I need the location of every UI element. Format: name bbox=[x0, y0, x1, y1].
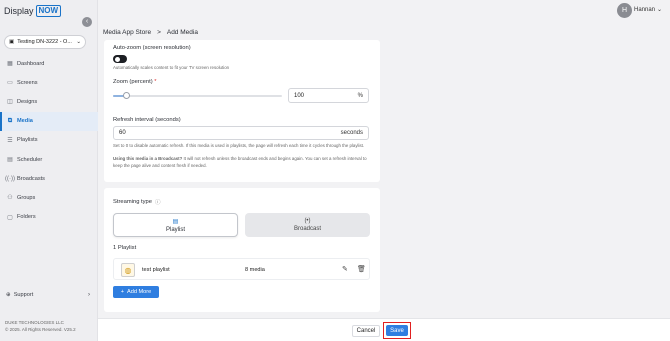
playlist-icon: ▤ bbox=[172, 218, 179, 225]
trash-icon[interactable]: 🗑 bbox=[357, 265, 366, 273]
playlist-media-count: 8 media bbox=[245, 267, 265, 273]
support-label: Support bbox=[13, 292, 34, 298]
sidebar-nav: ▦ Dashboard ▭ Screens ◫ Designs ⧉ Media … bbox=[0, 54, 98, 227]
streaming-option-playlist[interactable]: ▤ Playlist bbox=[113, 213, 238, 237]
sidebar-item-label: Designs bbox=[17, 98, 38, 105]
zoom-label: Zoom (percent) * bbox=[113, 79, 157, 85]
add-more-button[interactable]: + Add More bbox=[113, 286, 159, 298]
refresh-input[interactable]: 60 seconds bbox=[113, 126, 369, 140]
refresh-value: 60 bbox=[119, 130, 126, 136]
sidebar-item-label: Groups bbox=[17, 194, 36, 201]
streaming-type-text: Streaming type bbox=[113, 199, 152, 205]
calendar-icon: ▤ bbox=[7, 157, 13, 164]
list-item: ◍ test playlist 8 media ✎ 🗑 bbox=[113, 258, 370, 280]
zoom-slider-track[interactable] bbox=[113, 95, 282, 97]
broadcast-hint-bold: Using this media in a Broadcast? bbox=[113, 156, 183, 161]
refresh-unit: seconds bbox=[340, 130, 363, 136]
edit-icon[interactable]: ✎ bbox=[342, 265, 348, 273]
groups-icon: ⚇ bbox=[7, 195, 13, 202]
toggle-knob bbox=[114, 56, 120, 62]
broadcast-icon: ((·)) bbox=[5, 175, 15, 182]
breadcrumb: Media App Store > Add Media bbox=[103, 29, 198, 36]
design-icon: ◫ bbox=[7, 99, 13, 106]
dashboard-icon: ▦ bbox=[7, 61, 13, 68]
add-more-label: Add More bbox=[127, 289, 152, 295]
zoom-slider-handle[interactable] bbox=[123, 92, 131, 99]
support-menu[interactable]: ⊕ Support › bbox=[6, 292, 90, 298]
sidebar-item-playlists[interactable]: ☰ Playlists bbox=[0, 131, 98, 150]
zoom-input[interactable]: 100 % bbox=[288, 88, 369, 103]
app-logo[interactable]: Display NOW bbox=[4, 5, 62, 17]
company-name: DUKE TECHNOLOGIES LLC bbox=[5, 320, 64, 325]
screen-icon: ▭ bbox=[7, 80, 13, 87]
zoom-unit: % bbox=[357, 92, 363, 99]
autozoom-hint: Automatically scales content to fit your… bbox=[113, 65, 230, 70]
breadcrumb-separator: > bbox=[157, 29, 161, 36]
sidebar-item-label: Broadcasts bbox=[17, 175, 45, 182]
sidebar-item-scheduler[interactable]: ▤ Scheduler bbox=[0, 150, 98, 169]
sidebar-item-dashboard[interactable]: ▦ Dashboard bbox=[0, 54, 98, 73]
autozoom-label: Auto-zoom (screen resolution) bbox=[113, 45, 191, 51]
refresh-hint: Set to 0 to disable automatic refresh. I… bbox=[113, 143, 365, 148]
save-button[interactable]: Save bbox=[386, 325, 408, 336]
sidebar-item-label: Playlists bbox=[17, 137, 38, 144]
streaming-type-label: Streaming type ⓘ bbox=[113, 198, 161, 206]
playlist-count: 1 Playlist bbox=[113, 245, 137, 251]
sidebar-item-label: Folders bbox=[17, 214, 36, 221]
logo-text: Display bbox=[4, 6, 34, 16]
sidebar-item-label: Screens bbox=[17, 79, 38, 86]
refresh-label: Refresh interval (seconds) bbox=[113, 117, 181, 123]
required-mark: * bbox=[154, 79, 157, 85]
playlist-icon: ☰ bbox=[7, 137, 13, 144]
sidebar-item-screens[interactable]: ▭ Screens bbox=[0, 73, 98, 92]
sidebar-item-groups[interactable]: ⚇ Groups bbox=[0, 188, 98, 207]
chevron-down-icon[interactable]: ⌄ bbox=[657, 6, 662, 13]
sidebar-item-media[interactable]: ⧉ Media bbox=[0, 111, 98, 131]
sidebar-item-folders[interactable]: ▢ Folders bbox=[0, 208, 98, 227]
workspace-selector[interactable]: ▣ Testing DN-3222 - O... ⌄ bbox=[4, 35, 86, 49]
user-name[interactable]: Hannan bbox=[634, 7, 655, 13]
streaming-option-broadcast[interactable]: (•) Broadcast bbox=[245, 213, 370, 237]
breadcrumb-current: Add Media bbox=[166, 29, 198, 36]
globe-icon: ⊕ bbox=[6, 292, 11, 298]
collapse-sidebar-button[interactable]: ‹ bbox=[82, 17, 92, 27]
media-icon: ⧉ bbox=[7, 117, 13, 124]
sidebar-item-label: Dashboard bbox=[17, 60, 45, 67]
zoom-value: 100 bbox=[294, 92, 305, 99]
logo-box: NOW bbox=[35, 5, 62, 17]
breadcrumb-parent[interactable]: Media App Store bbox=[103, 29, 151, 36]
globe-icon: ◍ bbox=[121, 263, 135, 277]
streaming-option-label: Broadcast bbox=[293, 226, 321, 232]
chevron-right-icon: › bbox=[88, 292, 90, 298]
folder-icon: ▢ bbox=[7, 214, 13, 221]
sidebar-item-designs[interactable]: ◫ Designs bbox=[0, 92, 98, 111]
broadcast-hint: Using this media in a Broadcast? It will… bbox=[113, 156, 371, 169]
zoom-label-text: Zoom (percent) bbox=[113, 79, 153, 85]
info-icon[interactable]: ⓘ bbox=[155, 198, 161, 206]
sidebar: Display NOW ‹ ▣ Testing DN-3222 - O... ⌄… bbox=[0, 0, 98, 341]
cancel-button[interactable]: Cancel bbox=[352, 325, 380, 337]
sidebar-item-broadcasts[interactable]: ((·)) Broadcasts bbox=[0, 169, 98, 188]
sidebar-item-label: Scheduler bbox=[17, 156, 43, 163]
top-bar bbox=[98, 0, 670, 24]
chevron-down-icon: ⌄ bbox=[76, 39, 81, 45]
playlist-name: test playlist bbox=[142, 267, 170, 273]
screen-icon: ▣ bbox=[9, 39, 15, 45]
autozoom-toggle[interactable] bbox=[113, 55, 127, 63]
workspace-label: Testing DN-3222 - O... bbox=[17, 39, 72, 45]
streaming-option-label: Playlist bbox=[165, 226, 185, 233]
sidebar-item-label: Media bbox=[17, 118, 33, 125]
plus-icon: + bbox=[120, 289, 124, 295]
avatar[interactable]: H bbox=[617, 3, 632, 18]
copyright: © 2025. All Rights Reserved. V25.2 bbox=[5, 327, 76, 332]
broadcast-icon: (•) bbox=[304, 218, 311, 224]
